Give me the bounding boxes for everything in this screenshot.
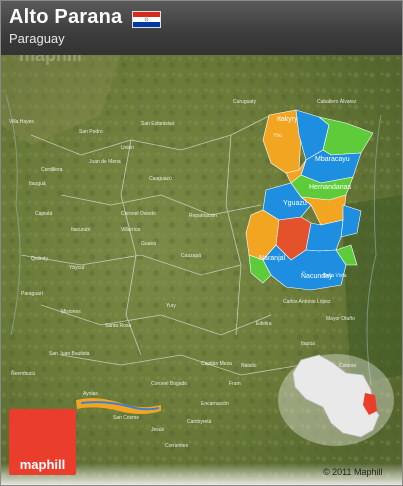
place-label: Itacurubí (71, 227, 91, 233)
place-label: Capitán Meza (201, 361, 232, 367)
place-label: Corrientes (165, 443, 189, 449)
map-frame: Itakyry Mbaracayu Hernandarias Yguazú Na… (0, 0, 403, 486)
place-label: Bella Vista (323, 273, 347, 279)
place-label: Edelira (256, 321, 272, 327)
place-label: Repatriación (189, 213, 217, 219)
place-label: Cambyretá (187, 419, 212, 425)
place-label: San Pedro (79, 129, 103, 135)
region-label: Naranjal (259, 255, 286, 262)
copyright-text: © 2011 Maphill (323, 467, 383, 477)
place-label: Carlos Antonio López (283, 299, 331, 305)
place-label: Jesús (151, 427, 165, 433)
place-label: Paraguarí (21, 291, 44, 297)
region-label: Mbaracayu (315, 156, 350, 163)
page-title: Alto Parana (9, 6, 123, 28)
place-label: Yuty (166, 303, 176, 309)
place-label: Coronel Bogado (151, 381, 187, 387)
place-label: Misiones (61, 309, 81, 315)
place-label: Unión (121, 145, 134, 151)
place-label: Villarrica (121, 227, 140, 233)
maphill-logo[interactable]: maphill (9, 409, 76, 475)
logo-text: maphill (19, 457, 66, 472)
place-label: Capiatá (35, 211, 52, 217)
place-label: Fram (229, 381, 241, 387)
map-header: Alto Parana Paraguay (1, 1, 402, 55)
country-subtitle: Paraguay (9, 31, 65, 46)
region-label: Yguazú (283, 200, 307, 207)
place-label: Cordillera (41, 167, 63, 173)
place-label: Juan de Mena (89, 159, 121, 165)
paraguay-flag-icon (132, 11, 161, 28)
region-label: Itakyry (277, 116, 298, 123)
place-label: Natalio (241, 363, 257, 369)
place-label: Guairá (141, 241, 156, 247)
paraguay-inset-map (278, 354, 394, 446)
region-label: Hernandarias (309, 184, 352, 191)
place-label: San Cosme (113, 415, 139, 421)
place-label: Caballero Álvarez (317, 98, 357, 105)
place-label: Mayor Otaño (326, 316, 355, 322)
region-los-cedrales (305, 219, 344, 252)
place-label: Itapúa (301, 341, 315, 347)
place-label: Coronel Oviedo (121, 211, 156, 217)
place-label: Caaguazú (149, 176, 172, 182)
place-label: Santa Rosa (105, 323, 131, 329)
place-label: Itauguá (29, 181, 46, 187)
place-label: San Estanislao (141, 121, 175, 127)
place-label: Curuguaty (233, 99, 257, 105)
place-label: Ybycuí (69, 265, 85, 271)
place-label: Caazapá (181, 253, 201, 259)
place-label: Encarnación (201, 401, 229, 407)
place-label: San Juan Bautista (49, 351, 90, 357)
place-label: Ñeembucú (11, 370, 35, 377)
place-label: Ayolas (83, 391, 98, 397)
place-label: Villa Hayes (9, 119, 34, 125)
place-label: Yhú (273, 133, 282, 139)
place-label: Quiindy (31, 256, 48, 262)
